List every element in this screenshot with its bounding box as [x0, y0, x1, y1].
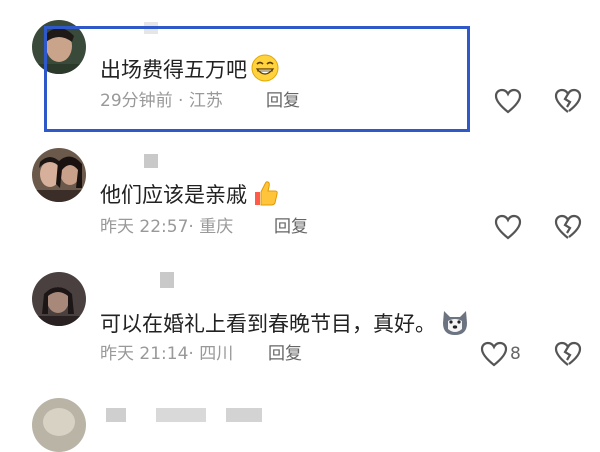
username-placeholder — [156, 408, 206, 422]
husky-dog-emoji-icon — [440, 307, 470, 343]
avatar[interactable] — [32, 272, 86, 326]
username-placeholder — [160, 272, 174, 288]
like-count: 8 — [510, 344, 521, 364]
highlight-box — [44, 26, 470, 132]
thumbs-up-emoji-icon — [251, 179, 279, 213]
comment-meta: 昨天 21:14· 四川 — [100, 344, 234, 364]
comment-text: 他们应该是亲戚 — [100, 179, 279, 213]
broken-heart-icon[interactable] — [554, 214, 582, 240]
heart-icon[interactable] — [494, 88, 522, 114]
username-placeholder — [106, 408, 126, 422]
comment-text: 可以在婚礼上看到春晚节目，真好。 — [100, 307, 470, 343]
reply-button[interactable]: 回复 — [268, 344, 302, 364]
broken-heart-icon[interactable] — [554, 88, 582, 114]
avatar[interactable] — [32, 398, 86, 452]
avatar[interactable] — [32, 148, 86, 202]
reply-button[interactable]: 回复 — [274, 217, 308, 237]
comment-meta: 昨天 22:57· 重庆 — [100, 217, 234, 237]
username-placeholder — [144, 154, 158, 168]
broken-heart-icon[interactable] — [554, 341, 582, 367]
username-placeholder — [226, 408, 262, 422]
heart-icon[interactable] — [494, 214, 522, 240]
heart-icon[interactable] — [480, 341, 508, 367]
